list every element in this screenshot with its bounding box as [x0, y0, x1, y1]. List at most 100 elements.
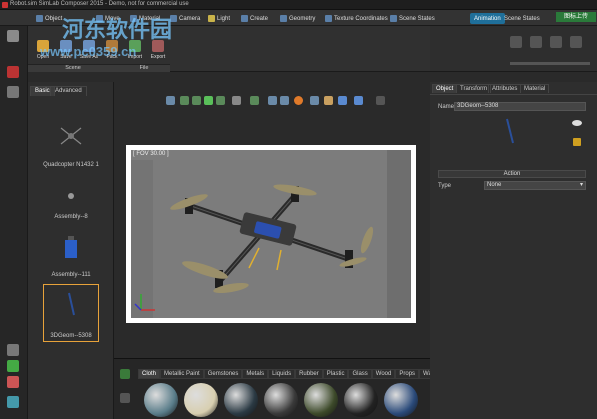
save-button[interactable]: Save — [55, 30, 77, 64]
tab-object[interactable]: Object — [36, 13, 62, 24]
library-item[interactable]: Assembly--111 — [38, 228, 104, 278]
save-as-button[interactable]: Save As — [78, 30, 100, 64]
material-swatch[interactable] — [144, 383, 178, 417]
lock-icon[interactable] — [573, 138, 581, 146]
library-item-label: 3DGeom--5308 — [50, 333, 92, 339]
library-item[interactable]: Quadcopter N1432 1 — [38, 116, 104, 168]
save-as-icon — [83, 40, 95, 52]
pan-icon[interactable] — [192, 96, 201, 105]
tab-glass[interactable]: Glass — [348, 369, 372, 379]
import-button[interactable]: Import — [124, 30, 146, 64]
tab-object-props[interactable]: Object — [432, 84, 458, 93]
tab-animation[interactable]: Animation — [470, 13, 505, 24]
export-icon — [152, 40, 164, 52]
frame-icon[interactable] — [250, 96, 259, 105]
pack-button[interactable]: Pack — [101, 30, 123, 64]
save-icon — [60, 40, 72, 52]
stop-icon[interactable] — [550, 36, 562, 48]
tab-material[interactable]: Material — [130, 13, 160, 24]
scene-view[interactable]: [ FOV 30.00 ] — [131, 150, 411, 318]
material-swatch[interactable] — [184, 383, 218, 417]
select-tool-icon[interactable] — [7, 30, 19, 42]
remove-material-icon[interactable] — [120, 393, 130, 403]
quadcopter-thumbnail — [43, 116, 99, 160]
geom-thumbnail: 3DGeom--5308 — [43, 284, 99, 342]
type-label: Type — [438, 183, 452, 189]
library-icon[interactable] — [7, 360, 19, 372]
tab-texture-coordinates[interactable]: Texture Coordinates — [325, 13, 388, 24]
record-icon[interactable] — [7, 66, 19, 78]
geometry-icon — [280, 15, 287, 22]
eye-icon[interactable] — [572, 120, 582, 126]
fit-icon[interactable] — [204, 96, 213, 105]
skip-back-icon[interactable] — [510, 36, 522, 48]
play-icon[interactable] — [530, 36, 542, 48]
material-icon — [130, 15, 137, 22]
tab-wood[interactable]: Wood — [371, 369, 396, 379]
tab-gemstones[interactable]: Gemstones — [203, 369, 243, 379]
app-icon — [2, 2, 8, 8]
action-section-header[interactable]: Action — [438, 170, 586, 178]
info-icon[interactable] — [7, 396, 19, 408]
gear-icon[interactable] — [7, 344, 19, 356]
navigate-icon[interactable] — [180, 96, 189, 105]
tab-cloth[interactable]: Cloth — [138, 369, 161, 379]
library-item[interactable]: Assembly--8 — [38, 178, 104, 220]
camera-view-icon[interactable] — [166, 96, 175, 105]
material-swatch[interactable] — [384, 383, 418, 417]
tab-scene-states-2[interactable]: Scene States — [504, 13, 540, 24]
warning-icon[interactable] — [7, 376, 19, 388]
tab-geometry[interactable]: Geometry — [280, 13, 315, 24]
material-swatch[interactable] — [344, 383, 378, 417]
timeline-slider[interactable] — [510, 62, 590, 65]
tab-camera[interactable]: Camera — [170, 13, 200, 24]
tab-light[interactable]: Light — [208, 13, 230, 24]
tab-liquids[interactable]: Liquids — [268, 369, 296, 379]
skip-forward-icon[interactable] — [570, 36, 582, 48]
undo-icon[interactable] — [338, 96, 347, 105]
tab-transform[interactable]: Transform — [456, 84, 492, 93]
settings-icon[interactable] — [7, 86, 19, 98]
tab-material-props[interactable]: Material — [520, 84, 550, 93]
name-field[interactable]: 3DGeom--5308 — [454, 102, 586, 111]
open-button[interactable]: Open — [32, 30, 54, 64]
add-material-icon[interactable] — [120, 369, 130, 379]
tab-plastic[interactable]: Plastic — [322, 369, 349, 379]
shading-icon[interactable] — [310, 96, 319, 105]
grid-icon[interactable] — [280, 96, 289, 105]
light-bulb-icon[interactable] — [294, 96, 303, 105]
tab-metallic-paint[interactable]: Metallic Paint — [160, 369, 204, 379]
tab-advanced[interactable]: Advanced — [50, 86, 87, 96]
render-icon[interactable] — [268, 96, 277, 105]
tab-rubber[interactable]: Rubber — [295, 369, 323, 379]
chevron-down-icon[interactable] — [376, 96, 385, 105]
ribbon: Open Save Save As Pack Import Export Sce… — [28, 26, 430, 72]
move-icon — [96, 15, 103, 22]
eye-icon[interactable] — [232, 96, 241, 105]
library-item-label: Assembly--111 — [51, 272, 91, 278]
object-icon — [36, 15, 43, 22]
tab-scene-states[interactable]: Scene States — [390, 13, 435, 24]
type-select[interactable]: None ▾ — [484, 181, 586, 190]
tab-attributes[interactable]: Attributes — [488, 84, 522, 93]
tab-move[interactable]: Move — [96, 13, 120, 24]
material-tabs: Cloth Metallic Paint Gemstones Metals Li… — [138, 369, 439, 379]
material-swatch[interactable] — [264, 383, 298, 417]
library-item[interactable]: 3DGeom--5308 — [38, 284, 104, 344]
animation-controls: 图标上传 — [430, 12, 597, 72]
tab-create[interactable]: Create — [241, 13, 268, 24]
box-icon[interactable] — [324, 96, 333, 105]
library-item-label: Quadcopter N1432 1 — [43, 162, 99, 168]
material-swatch[interactable] — [304, 383, 338, 417]
type-select-value: None — [487, 182, 502, 188]
zoom-icon[interactable] — [216, 96, 225, 105]
material-swatch[interactable] — [224, 383, 258, 417]
assembly-thumbnail — [43, 228, 99, 270]
tab-metals[interactable]: Metals — [242, 369, 269, 379]
upload-button[interactable]: 图标上传 — [556, 12, 596, 22]
quadcopter-model[interactable] — [131, 150, 411, 318]
redo-icon[interactable] — [354, 96, 363, 105]
tab-props[interactable]: Props — [395, 369, 420, 379]
create-icon — [241, 15, 248, 22]
export-button[interactable]: Export — [147, 30, 169, 64]
